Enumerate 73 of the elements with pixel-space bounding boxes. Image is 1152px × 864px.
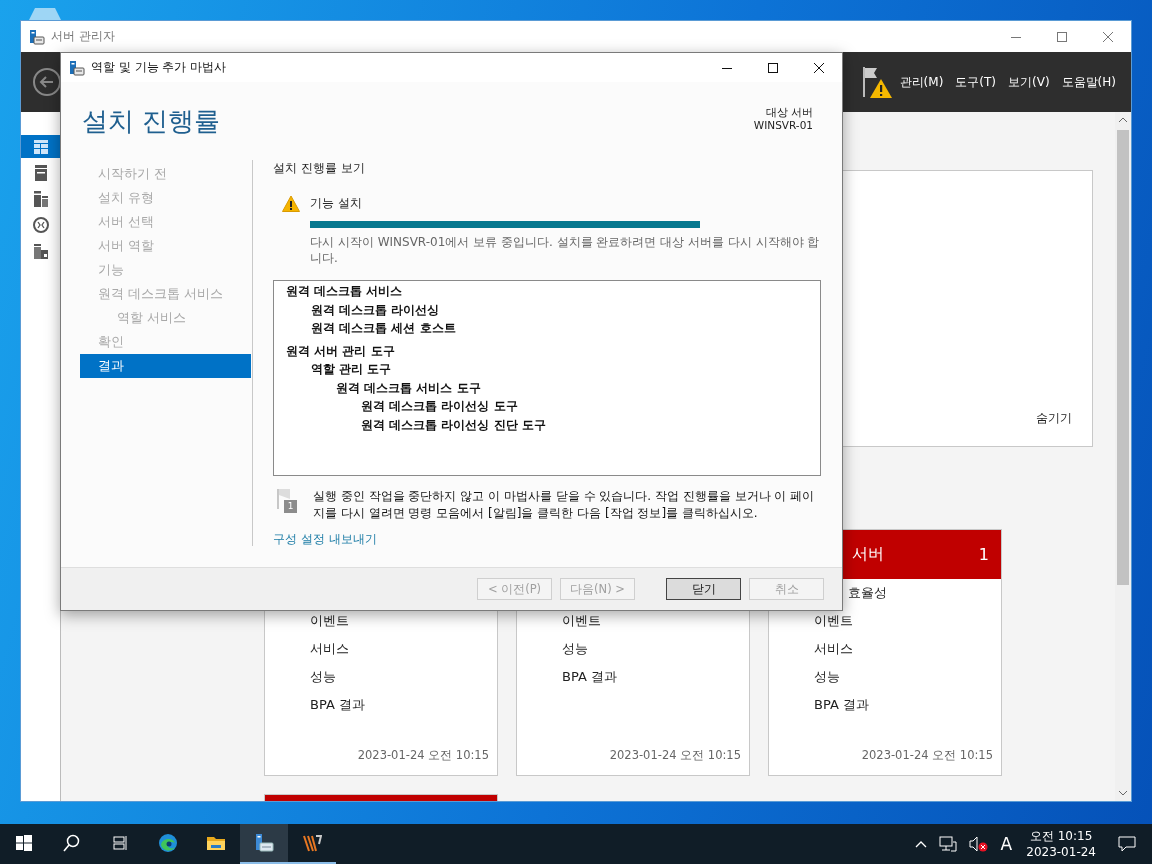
all-servers-icon (31, 189, 50, 208)
info-text: 실행 중인 작업을 중단하지 않고 이 마법사를 닫을 수 있습니다. 작업 진행률을 보거나 이 페이지를 다시 열려면 명령 모음에서 [알림]을 클릭한 다음 [작업 정보]를 클릭하십시오. (313, 488, 816, 522)
menu-item[interactable]: 관리(M) (894, 69, 949, 95)
back-button[interactable] (33, 68, 61, 96)
file-storage-icon (31, 241, 50, 260)
network-icon[interactable] (938, 836, 957, 852)
maximize-icon (768, 62, 778, 73)
status-message: 다시 시작이 WINSVR-01에서 보류 중입니다. 설치를 완료하려면 대상 서버를 다시 시작해야 합니다. (310, 234, 820, 266)
result-item: 역할 관리 도구 (310, 361, 392, 378)
server-manager-icon (254, 833, 274, 853)
section-title: 설치 진행률 보기 (273, 160, 365, 176)
result-item: 원격 데스크톱 라이선싱 도구 (360, 398, 518, 415)
result-item: 원격 데스크톱 서비스 (285, 283, 403, 300)
tile-link[interactable]: 성능 (310, 663, 497, 691)
clock-date: 2023-01-24 (1026, 844, 1096, 860)
export-link[interactable]: 구성 설정 내보내기 (273, 531, 377, 548)
remote-desktop-icon (31, 215, 50, 234)
stripes-logo-icon (302, 833, 322, 853)
target-server: WINSVR-01 (753, 119, 813, 132)
result-item: 원격 데스크톱 라이선싱 진단 도구 (360, 416, 546, 434)
clock[interactable]: 오전 10:15 2023-01-24 (1018, 828, 1104, 860)
wizard-step[interactable]: 결과 (80, 354, 251, 378)
search-icon (62, 833, 82, 853)
menu-item[interactable]: 보기(V) (1003, 69, 1055, 95)
maximize-icon (1057, 31, 1067, 42)
target-label: 대상 서버 (764, 106, 813, 119)
tile-timestamp: 2023-01-24 오전 10:15 (608, 748, 742, 764)
taskbar-button[interactable] (240, 824, 288, 864)
dashboard-nav-button[interactable] (21, 135, 60, 158)
tile-count: 1 (978, 545, 989, 564)
tile-link[interactable]: BPA 결과 (814, 691, 1001, 719)
input-language-indicator[interactable]: A (994, 834, 1019, 854)
windows-icon (14, 833, 34, 853)
status-label: 기능 설치 (310, 194, 362, 212)
speaker-muted-icon[interactable] (968, 836, 989, 852)
tile-link[interactable]: 서비스 (310, 635, 497, 663)
chevron-up-icon[interactable] (914, 840, 927, 848)
tile-timestamp: 2023-01-24 오전 10:15 (356, 748, 490, 764)
menu-item[interactable]: 도구(T) (950, 69, 1002, 95)
tile-link[interactable]: 성능 (814, 663, 1001, 691)
dialog-button[interactable]: 닫기 (666, 578, 741, 600)
tile-link[interactable]: 이벤트 (562, 607, 749, 635)
result-item: 원격 데스크톱 라이선싱 (310, 301, 440, 319)
tile-timestamp: 2023-01-24 오전 10:15 (860, 748, 994, 764)
dashboard-icon (31, 137, 50, 156)
notification-icon[interactable] (1118, 836, 1136, 852)
result-item: 원격 데스크톱 서비스 도구 (335, 379, 481, 397)
tile-link[interactable]: 성능 (562, 635, 749, 663)
tile-link[interactable]: 이벤트 (814, 607, 1001, 635)
hide-link[interactable]: 숨기기 (1036, 410, 1072, 427)
server-manager-icon (29, 28, 45, 45)
tile-link[interactable]: BPA 결과 (310, 691, 497, 719)
flag-icon (277, 488, 291, 510)
close-icon (814, 62, 824, 73)
browser-icon (158, 833, 178, 853)
window-title: 서버 관리자 (51, 28, 116, 45)
task-view-icon (110, 833, 130, 853)
result-item: 원격 데스크톱 세션 호스트 (310, 320, 456, 337)
tile-link[interactable]: BPA 결과 (562, 663, 749, 691)
tile-link[interactable]: 이벤트 (310, 607, 497, 635)
tile-title: 서버 (852, 544, 884, 565)
close-icon (1103, 31, 1113, 42)
menu-item[interactable]: 도움말(H) (1056, 69, 1121, 95)
scroll-thumb[interactable] (1117, 130, 1129, 585)
server-manager-icon (69, 59, 85, 76)
page-heading: 설치 진행률 (82, 104, 221, 138)
clock-time: 오전 10:15 (1029, 828, 1093, 844)
tile-link[interactable]: 효율성 (848, 579, 1001, 607)
tile-link[interactable]: 서비스 (814, 635, 1001, 663)
window-title: 역할 및 기능 추가 마법사 (91, 59, 228, 76)
notification-count: 1 (284, 500, 297, 513)
result-item: 원격 서버 관리 도구 (285, 342, 395, 360)
flag-warning-icon[interactable] (860, 65, 893, 99)
